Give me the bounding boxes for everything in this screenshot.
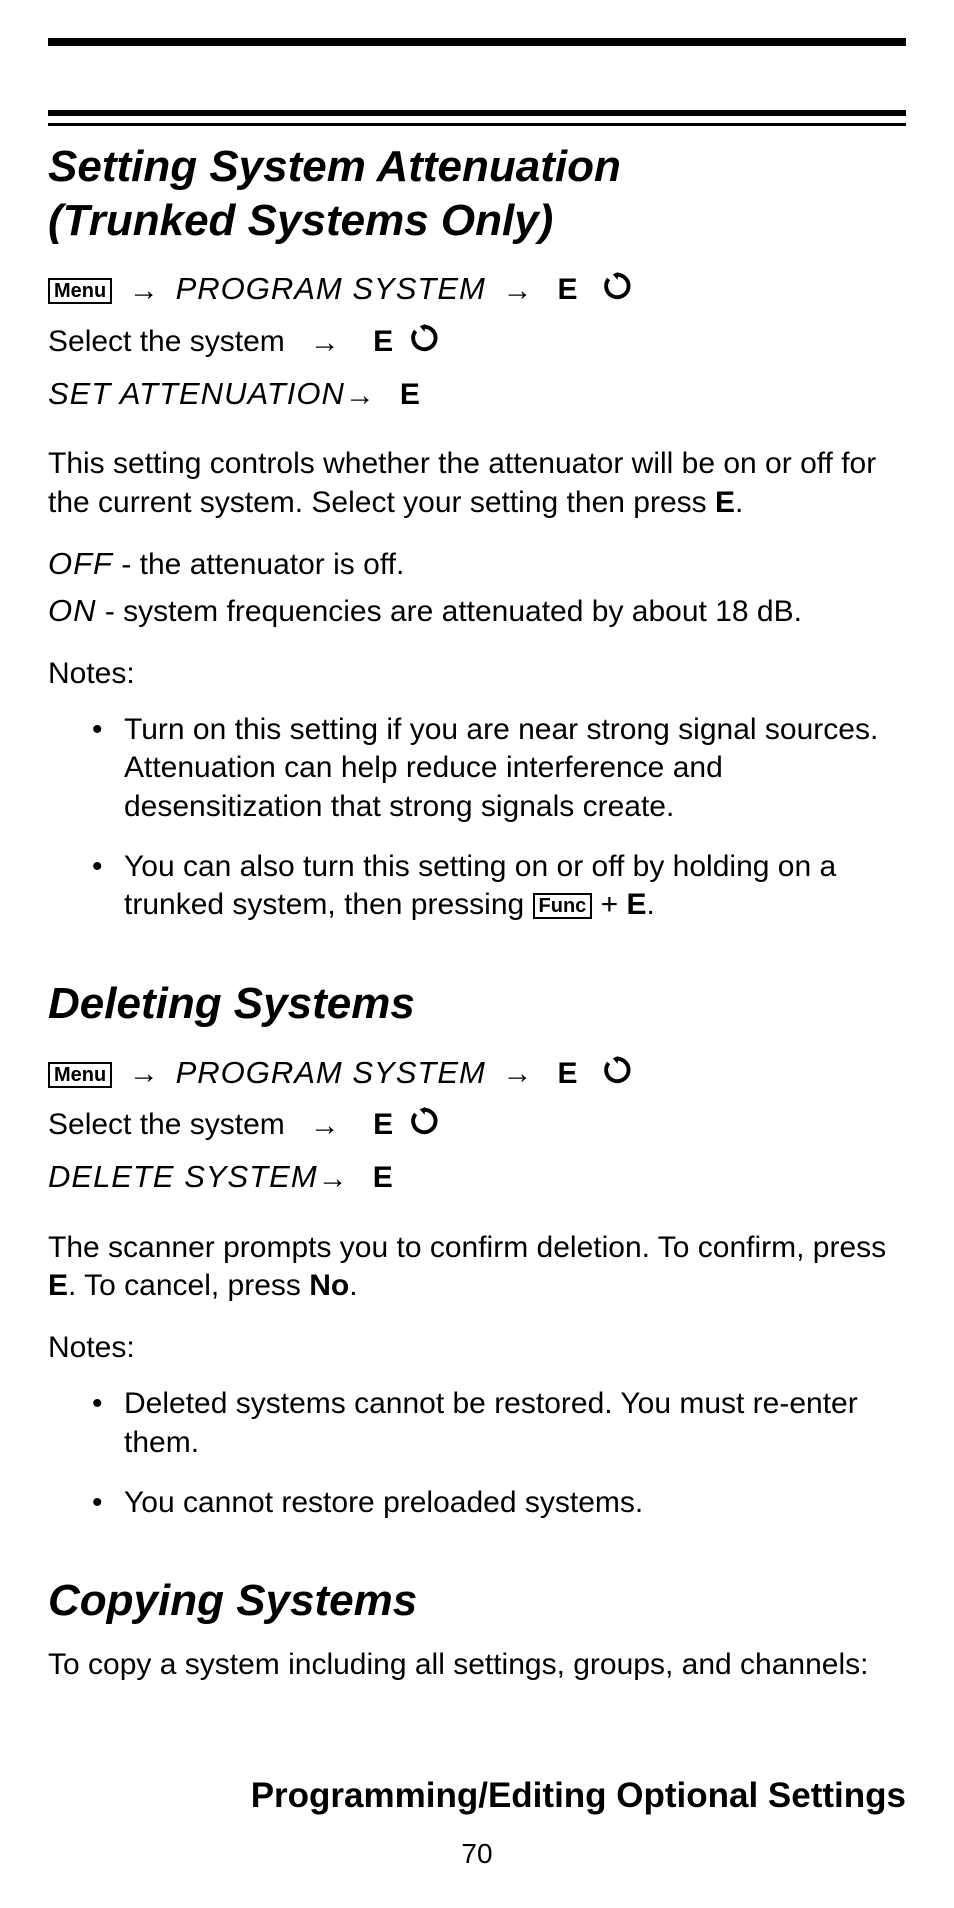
section2-nav-line1: Menu → PROGRAM SYSTEM → E: [48, 1049, 906, 1098]
key-E: E: [48, 1269, 68, 1302]
scroll-icon: [603, 269, 631, 299]
note2-a: You can also turn this setting on or off…: [124, 850, 836, 921]
section1-notes: Turn on this setting if you are near str…: [48, 711, 906, 925]
key-E: E: [715, 486, 735, 519]
menu-badge: Menu: [48, 278, 112, 304]
note2-b: .: [647, 888, 655, 921]
arrow-icon: →: [310, 320, 340, 367]
section3-title: Copying Systems: [48, 1574, 906, 1628]
arrow-icon: →: [129, 268, 159, 315]
arrow-icon: →: [129, 1051, 159, 1098]
section1-title-line1: Setting System Attenuation: [48, 142, 621, 191]
section1-notes-label: Notes:: [48, 657, 906, 691]
footer-title: Programming/Editing Optional Settings: [0, 1776, 906, 1816]
scroll-icon: [410, 321, 438, 351]
section1-body-b: .: [735, 486, 743, 519]
section2-notes-label: Notes:: [48, 1331, 906, 1365]
arrow-icon: →: [503, 1051, 533, 1098]
list-item: Deleted systems cannot be restored. You …: [96, 1385, 906, 1462]
note2-plus: +: [601, 888, 627, 921]
key-E: E: [400, 378, 420, 411]
list-item: Turn on this setting if you are near str…: [96, 711, 906, 826]
lcd-delete-system: DELETE SYSTEM: [48, 1159, 318, 1194]
section2-body-b: . To cancel, press: [68, 1269, 309, 1302]
section2-body-a: The scanner prompts you to confirm delet…: [48, 1231, 886, 1264]
key-No: No: [309, 1269, 349, 1302]
key-E: E: [558, 273, 578, 306]
lcd-on: ON: [48, 593, 97, 628]
arrow-icon: →: [503, 268, 533, 315]
section1-body: This setting controls whether the attenu…: [48, 445, 906, 522]
section2-nav-line2: Select the system → E: [48, 1102, 906, 1149]
arrow-icon: →: [318, 1156, 348, 1203]
key-E: E: [373, 1108, 393, 1141]
lcd-set-attenuation: SET ATTENUATION: [48, 376, 345, 411]
option-off: OFF - the attenuator is off.: [48, 544, 906, 584]
menu-badge: Menu: [48, 1062, 112, 1088]
option-on: ON - system frequencies are attenuated b…: [48, 591, 906, 631]
section2-notes: Deleted systems cannot be restored. You …: [48, 1385, 906, 1522]
note-text: Deleted systems cannot be restored. You …: [124, 1387, 858, 1458]
section1-title: Setting System Attenuation (Trunked Syst…: [48, 140, 906, 247]
key-E: E: [373, 325, 393, 358]
func-badge: Func: [533, 893, 593, 919]
section1-title-line2: (Trunked Systems Only): [48, 196, 553, 245]
option-off-text: - the attenuator is off.: [113, 548, 404, 581]
page-number: 70: [0, 1838, 954, 1870]
key-E: E: [558, 1057, 578, 1090]
select-system-text: Select the system: [48, 1108, 285, 1141]
section2-body: The scanner prompts you to confirm delet…: [48, 1229, 906, 1306]
arrow-icon: →: [345, 373, 375, 420]
lcd-off: OFF: [48, 546, 113, 581]
lcd-program-system: PROGRAM SYSTEM: [176, 271, 486, 306]
scroll-icon: [410, 1104, 438, 1134]
section1-nav-line3: SET ATTENUATION→ E: [48, 370, 906, 419]
key-E: E: [627, 888, 647, 921]
key-E: E: [373, 1161, 393, 1194]
select-system-text: Select the system: [48, 325, 285, 358]
section1-body-a: This setting controls whether the attenu…: [48, 447, 876, 518]
section2-body-c: .: [349, 1269, 357, 1302]
note-text: You cannot restore preloaded systems.: [124, 1486, 643, 1519]
list-item: You cannot restore preloaded systems.: [96, 1484, 906, 1522]
arrow-icon: →: [310, 1103, 340, 1150]
lcd-program-system: PROGRAM SYSTEM: [176, 1055, 486, 1090]
section2-title: Deleting Systems: [48, 977, 906, 1031]
scroll-icon: [603, 1053, 631, 1083]
section1-nav-line2: Select the system → E: [48, 319, 906, 366]
section2-nav-line3: DELETE SYSTEM→ E: [48, 1153, 906, 1202]
section3-body: To copy a system including all settings,…: [48, 1646, 906, 1684]
section1-nav-line1: Menu → PROGRAM SYSTEM → E: [48, 265, 906, 314]
list-item: You can also turn this setting on or off…: [96, 848, 906, 925]
manual-page: Setting System Attenuation (Trunked Syst…: [0, 0, 954, 1908]
note1-text: Turn on this setting if you are near str…: [124, 713, 878, 823]
top-rules: [48, 0, 906, 126]
option-on-text: - system frequencies are attenuated by a…: [97, 595, 802, 628]
